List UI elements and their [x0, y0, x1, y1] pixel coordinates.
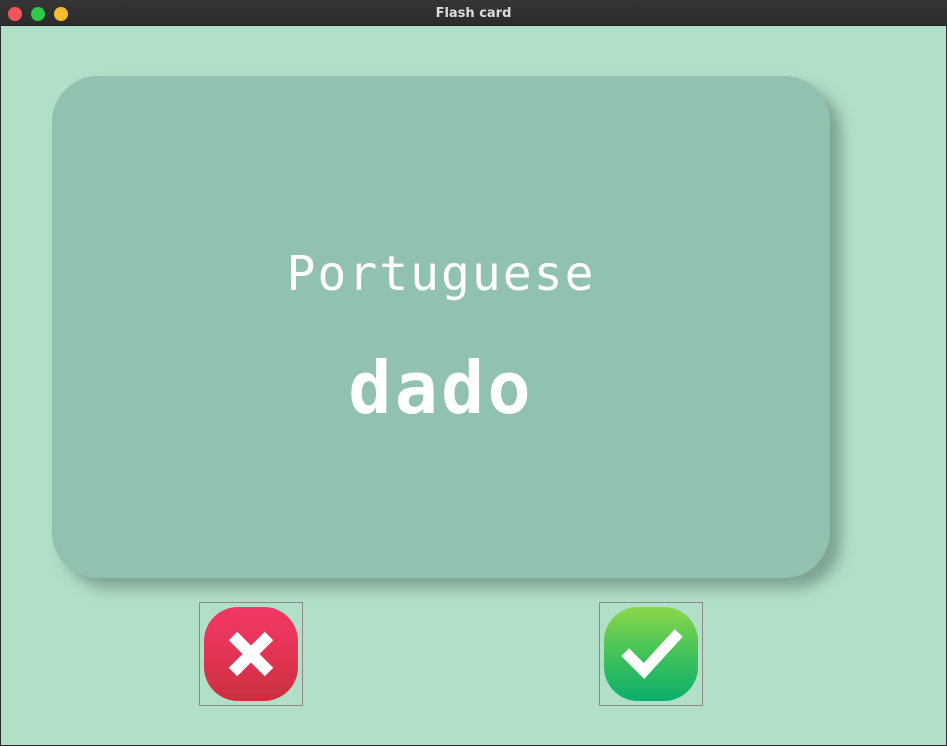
- wrong-answer-button[interactable]: [199, 602, 303, 706]
- title-bar: Flash card: [0, 0, 947, 26]
- right-button-face: [604, 607, 698, 701]
- x-icon: [228, 631, 274, 677]
- wrong-button-face: [204, 607, 298, 701]
- card-language-title: Portuguese: [286, 246, 596, 302]
- right-answer-button[interactable]: [599, 602, 703, 706]
- flash-card: Portuguese dado: [52, 76, 830, 578]
- card-word: dado: [348, 346, 534, 430]
- app-window: Flash card Portuguese dado: [0, 0, 947, 746]
- check-icon: [621, 629, 683, 679]
- window-title: Flash card: [435, 6, 512, 21]
- flash-card-canvas: Portuguese dado: [1, 26, 946, 745]
